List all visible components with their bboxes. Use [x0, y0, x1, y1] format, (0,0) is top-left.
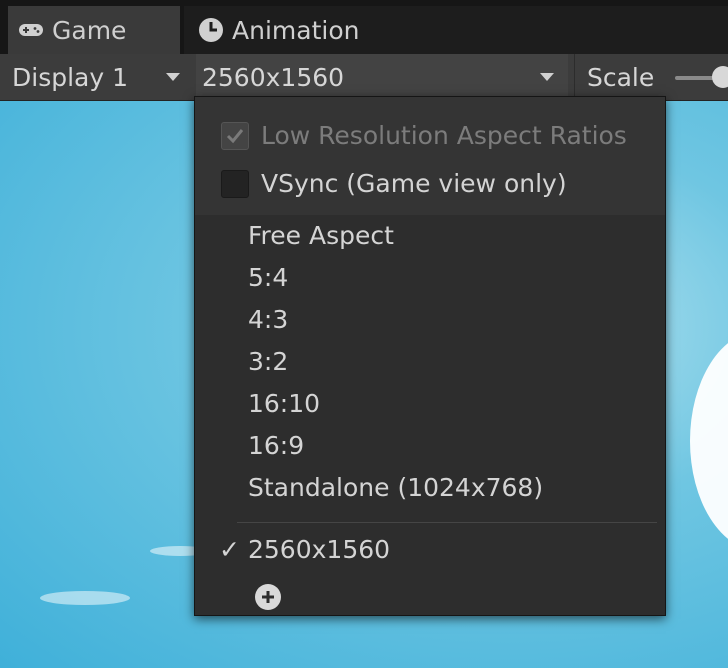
plus-icon [262, 591, 274, 603]
gamepad-icon [18, 22, 44, 38]
vsync-checkbox[interactable] [221, 169, 249, 198]
display-dropdown-label: Display 1 [12, 62, 129, 92]
resolution-dropdown[interactable]: 2560x1560 [196, 54, 568, 100]
custom-resolution-label: 2560x1560 [248, 535, 391, 564]
custom-resolution-item[interactable]: ✓ 2560x1560 [219, 535, 390, 564]
tab-bar: Game Animation [0, 0, 728, 54]
aspect-standalone[interactable]: Standalone (1024x768) [248, 473, 543, 502]
resolution-menu: Low Resolution Aspect Ratios VSync (Game… [194, 96, 666, 616]
vsync-option[interactable]: VSync (Game view only) [221, 169, 567, 198]
menu-separator [237, 522, 657, 523]
low-resolution-option[interactable]: Low Resolution Aspect Ratios [221, 121, 627, 150]
tab-game-label: Game [52, 15, 127, 45]
tab-animation-label: Animation [232, 15, 360, 45]
tab-animation[interactable]: Animation [184, 6, 728, 54]
resolution-dropdown-label: 2560x1560 [202, 62, 345, 92]
aspect-free[interactable]: Free Aspect [248, 221, 394, 250]
add-resolution-button[interactable] [255, 584, 281, 610]
vsync-label: VSync (Game view only) [261, 169, 567, 198]
aspect-5-4[interactable]: 5:4 [248, 263, 288, 292]
checkmark-icon [226, 128, 244, 143]
low-resolution-label: Low Resolution Aspect Ratios [261, 121, 627, 150]
game-toolbar: Display 1 2560x1560 Scale [0, 54, 728, 101]
display-dropdown[interactable]: Display 1 [12, 54, 192, 100]
clock-icon [198, 17, 224, 43]
selected-check-icon: ✓ [219, 535, 240, 564]
scale-label: Scale [574, 54, 654, 100]
cloud-shape [40, 591, 130, 605]
aspect-3-2[interactable]: 3:2 [248, 347, 288, 376]
aspect-4-3[interactable]: 4:3 [248, 305, 288, 334]
tab-game[interactable]: Game [8, 6, 180, 54]
aspect-16-10[interactable]: 16:10 [248, 389, 320, 418]
scale-slider-handle[interactable] [712, 66, 728, 88]
chevron-down-icon [540, 73, 554, 81]
aspect-16-9[interactable]: 16:9 [248, 431, 304, 460]
cloud-shape [690, 331, 728, 551]
low-resolution-checkbox[interactable] [221, 121, 249, 150]
chevron-down-icon [166, 73, 180, 81]
